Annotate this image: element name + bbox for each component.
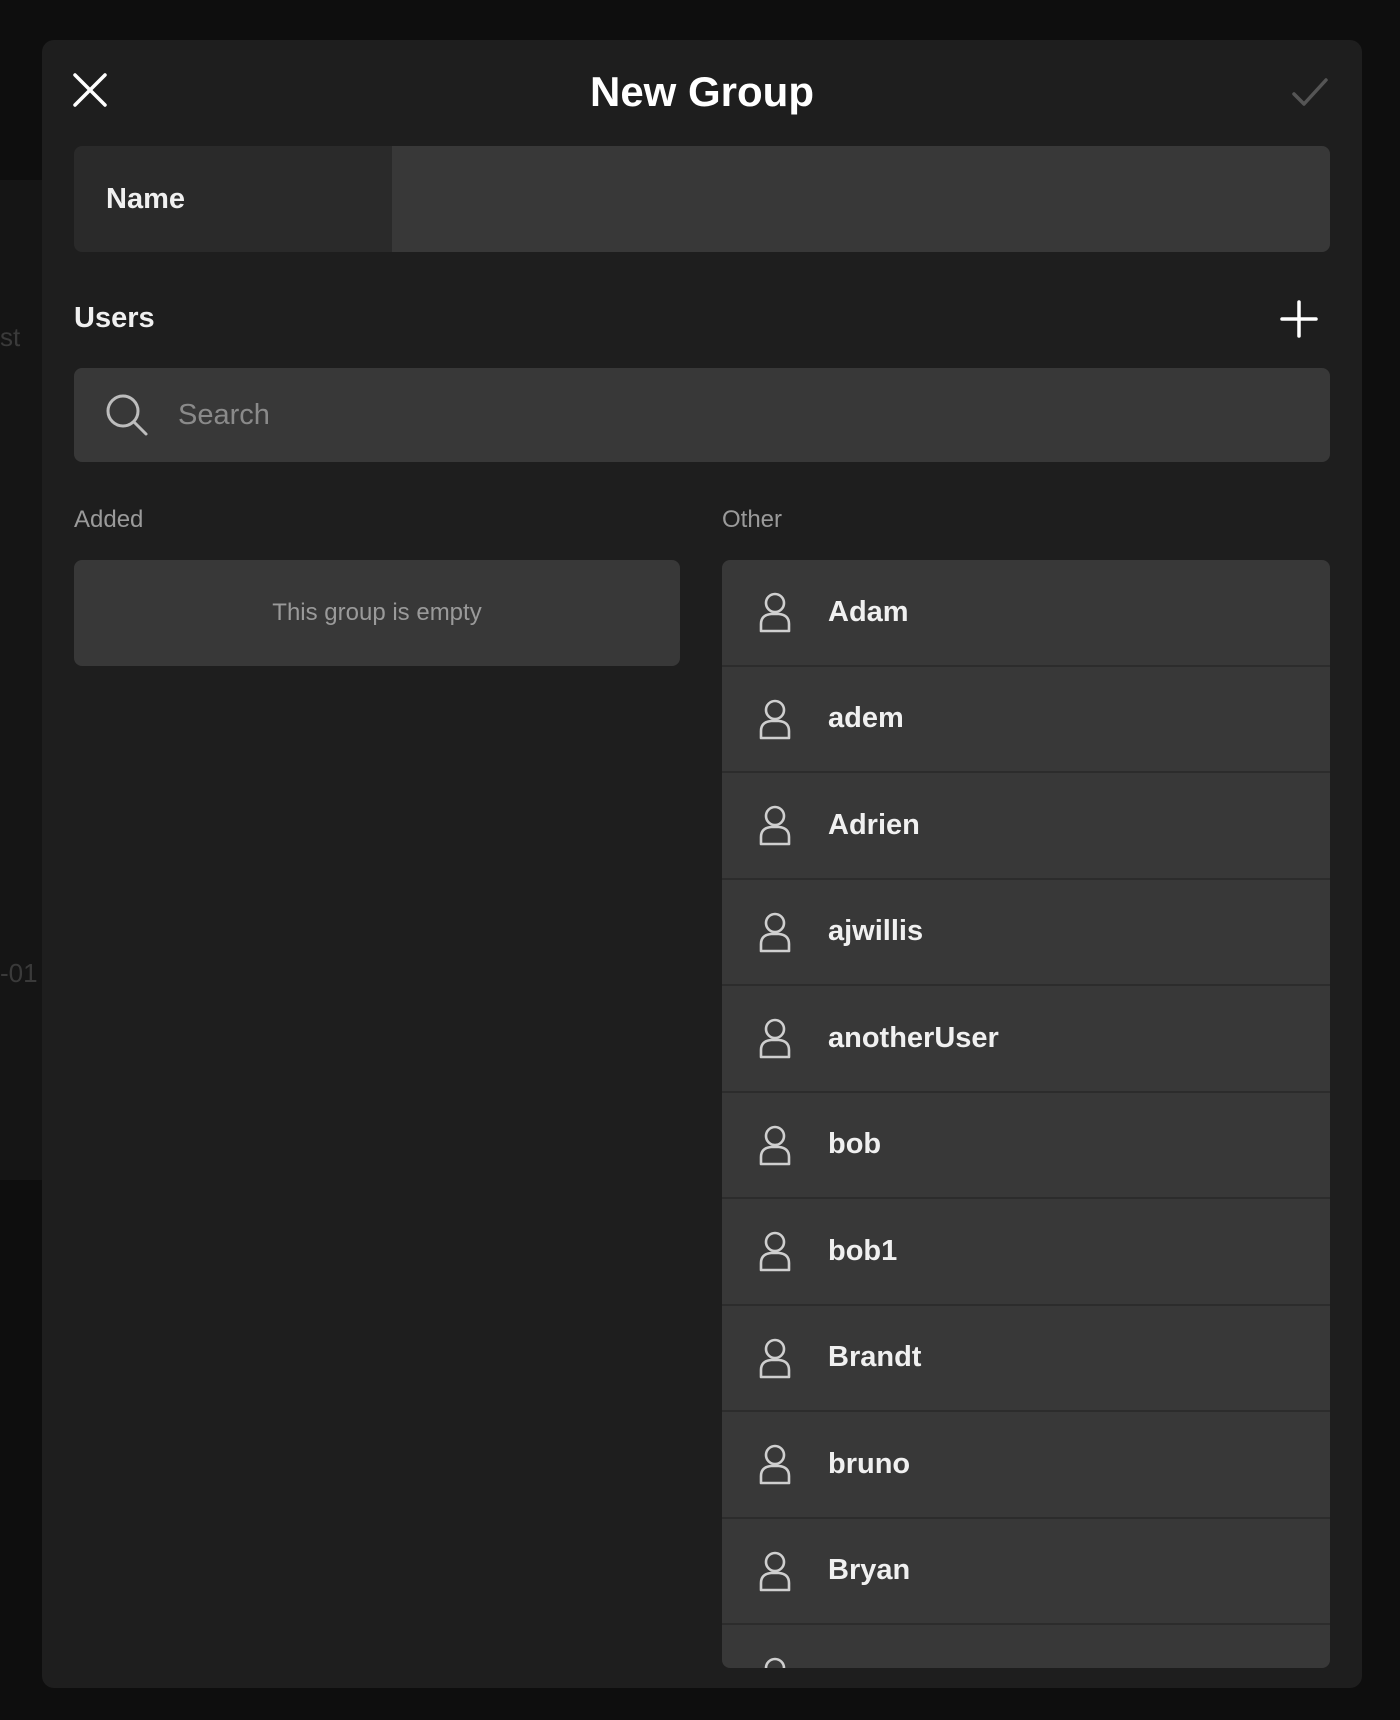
user-list-item[interactable] [722,1625,1330,1668]
user-name: ajwillis [828,915,924,948]
user-icon [759,1444,791,1485]
user-name: Bryan [828,1554,911,1587]
background-text: -01 [0,958,38,988]
search-input[interactable] [150,368,1330,462]
user-icon [764,1657,786,1668]
user-list-item[interactable]: bruno [722,1412,1330,1519]
dialog-header: New Group [42,40,1362,146]
user-list-item[interactable]: bob1 [722,1199,1330,1306]
added-users-empty-state: This group is empty [74,560,680,666]
user-list-item[interactable]: Adam [722,560,1330,667]
search-icon [106,394,148,436]
user-list-item[interactable]: Bryan [722,1519,1330,1625]
checkmark-icon [1292,78,1328,106]
users-section-title: Users [74,302,155,334]
user-name: bruno [828,1447,911,1480]
group-name-input[interactable] [392,146,1330,252]
name-label: Name [74,146,392,252]
plus-icon [1280,300,1318,338]
other-users-list: Adam adem Adrien ajwillis anotherUser bob bob1… [722,560,1330,1668]
user-icon [759,592,791,633]
user-icon [759,1338,791,1379]
dialog-title: New Group [589,68,814,115]
user-icon [759,1231,791,1272]
user-list-item[interactable]: anotherUser [722,986,1330,1093]
user-icon [759,1018,791,1059]
user-icon [759,699,791,740]
user-name: Adam [828,595,909,628]
confirm-button[interactable] [1290,74,1330,110]
user-icon [759,912,791,953]
user-name: adem [828,702,904,735]
user-name: bob1 [828,1234,898,1267]
user-list-item[interactable]: adem [722,667,1330,773]
user-icon [759,1125,791,1166]
empty-state-text: This group is empty [272,599,482,626]
user-icon [759,805,791,846]
add-user-button[interactable] [1278,298,1320,340]
new-group-dialog: New Group Name Users Added Other This gr… [42,40,1362,1688]
background-text: st [0,322,21,352]
user-icon [759,1551,791,1592]
group-name-row: Name [74,146,1330,252]
user-list-item[interactable]: bob [722,1093,1330,1199]
user-list-item[interactable]: Adrien [722,773,1330,880]
user-name: anotherUser [828,1021,999,1054]
user-list-item[interactable]: ajwillis [722,880,1330,986]
user-search-box [74,368,1330,462]
added-column-label: Added [74,506,144,533]
user-list-item[interactable]: Brandt [722,1306,1330,1412]
user-name: Brandt [828,1341,922,1374]
user-name: bob [828,1128,882,1161]
user-name: Adrien [828,808,920,841]
other-column-label: Other [722,506,783,533]
